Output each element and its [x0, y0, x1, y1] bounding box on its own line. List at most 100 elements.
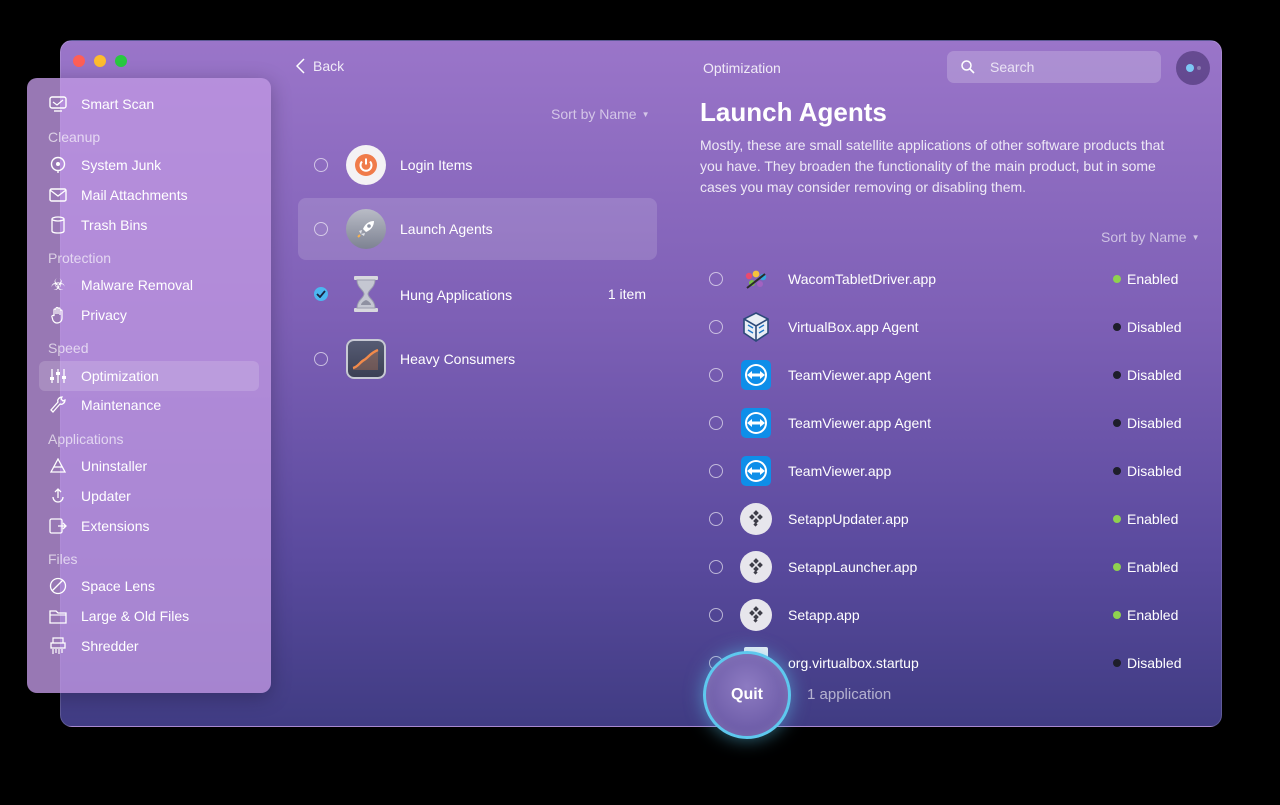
- sidebar-item-extensions[interactable]: Extensions: [39, 511, 259, 541]
- category-launch-agents[interactable]: Launch Agents: [298, 198, 657, 260]
- sidebar-item-system-junk[interactable]: System Junk: [39, 150, 259, 180]
- back-button[interactable]: Back: [296, 58, 344, 74]
- agent-name: TeamViewer.app Agent: [788, 367, 931, 383]
- sidebar-item-privacy[interactable]: Privacy: [39, 300, 259, 330]
- status-text: Disabled: [1127, 655, 1182, 671]
- sidebar-item-maintenance[interactable]: Maintenance: [39, 390, 259, 420]
- status-badge: Enabled: [1113, 607, 1178, 623]
- agent-row[interactable]: WacomTabletDriver.app Enabled: [700, 255, 1200, 303]
- teamviewer-icon: [741, 456, 771, 486]
- status-badge: Disabled: [1113, 655, 1181, 671]
- status-badge: Enabled: [1113, 559, 1178, 575]
- setapp-icon: [740, 551, 772, 583]
- agent-row[interactable]: TeamViewer.app Agent Disabled: [700, 399, 1200, 447]
- setapp-icon: [740, 599, 772, 631]
- sidebar: Smart Scan Cleanup System Junk Mail Atta…: [27, 78, 271, 693]
- power-icon: [346, 145, 386, 185]
- agent-name: WacomTabletDriver.app: [788, 271, 937, 287]
- sidebar-item-label: Space Lens: [81, 578, 155, 594]
- checkbox[interactable]: [709, 464, 723, 478]
- sidebar-item-shredder[interactable]: Shredder: [39, 631, 259, 661]
- checkbox[interactable]: [314, 352, 328, 366]
- disabled-dot-icon: [1113, 371, 1121, 379]
- sidebar-section-title: Cleanup: [48, 129, 101, 145]
- close-window-button[interactable]: [73, 55, 85, 67]
- sidebar-item-smart-scan[interactable]: Smart Scan: [39, 89, 259, 119]
- updater-icon: [48, 486, 68, 506]
- status-badge: Disabled: [1113, 463, 1181, 479]
- enabled-dot-icon: [1113, 563, 1121, 571]
- page-title: Optimization: [703, 60, 781, 76]
- agent-name: org.virtualbox.startup: [788, 655, 919, 671]
- status-badge: Disabled: [1113, 367, 1181, 383]
- zoom-window-button[interactable]: [115, 55, 127, 67]
- sidebar-item-trash-bins[interactable]: Trash Bins: [39, 210, 259, 240]
- category-label: Login Items: [400, 157, 473, 173]
- sidebar-item-optimization[interactable]: Optimization: [39, 361, 259, 391]
- enabled-dot-icon: [1113, 611, 1121, 619]
- category-label: Launch Agents: [400, 221, 493, 237]
- status-text: Enabled: [1127, 559, 1179, 575]
- status-badge: Enabled: [1113, 511, 1178, 527]
- checkbox[interactable]: [709, 272, 723, 286]
- agent-row[interactable]: TeamViewer.app Agent Disabled: [700, 351, 1200, 399]
- shredder-icon: [48, 636, 68, 656]
- sidebar-item-updater[interactable]: Updater: [39, 481, 259, 511]
- chevron-left-icon: [296, 58, 305, 74]
- checkbox-checked[interactable]: [314, 287, 328, 301]
- checkbox[interactable]: [709, 512, 723, 526]
- agent-row[interactable]: SetappLauncher.app Enabled: [700, 543, 1200, 591]
- checkbox[interactable]: [709, 320, 723, 334]
- checkbox[interactable]: [709, 608, 723, 622]
- sidebar-section-title: Speed: [48, 340, 89, 356]
- category-heavy-consumers[interactable]: Heavy Consumers: [298, 328, 657, 390]
- sidebar-item-mail-attachments[interactable]: Mail Attachments: [39, 180, 259, 210]
- search-icon: [961, 60, 975, 74]
- sort-by-name-dropdown[interactable]: Sort by Name ▼: [551, 106, 650, 122]
- category-count: 1 item: [607, 286, 646, 302]
- search-input[interactable]: Search: [990, 59, 1034, 75]
- agent-row[interactable]: Setapp.app Enabled: [700, 591, 1200, 639]
- selection-summary: 1 application: [807, 686, 892, 703]
- assistant-button[interactable]: [1176, 51, 1210, 85]
- sidebar-item-large-old-files[interactable]: Large & Old Files: [39, 601, 259, 631]
- status-badge: Enabled: [1113, 271, 1178, 287]
- hourglass-icon: [346, 274, 386, 314]
- sort-label: Sort by Name: [551, 106, 637, 122]
- agents-sort-dropdown[interactable]: Sort by Name ▼: [1101, 229, 1200, 245]
- agent-name: TeamViewer.app: [788, 463, 892, 479]
- category-login-items[interactable]: Login Items: [298, 134, 657, 196]
- checkbox[interactable]: [314, 158, 328, 172]
- sidebar-item-label: Trash Bins: [81, 217, 148, 233]
- space-lens-icon: [48, 576, 68, 596]
- sidebar-item-label: System Junk: [81, 157, 162, 173]
- sidebar-item-uninstaller[interactable]: Uninstaller: [39, 451, 259, 481]
- sidebar-section-title: Files: [48, 551, 78, 567]
- agent-name: Setapp.app: [788, 607, 860, 623]
- quit-button[interactable]: Quit: [703, 651, 791, 739]
- detail-title: Launch Agents: [700, 97, 887, 127]
- checkbox[interactable]: [709, 560, 723, 574]
- agent-row[interactable]: TeamViewer.app Disabled: [700, 447, 1200, 495]
- agent-row[interactable]: VirtualBox.app Agent Disabled: [700, 303, 1200, 351]
- biohazard-icon: ☣: [50, 277, 66, 294]
- status-text: Enabled: [1127, 511, 1179, 527]
- enabled-dot-icon: [1113, 515, 1121, 523]
- search-field[interactable]: Search: [947, 51, 1161, 83]
- hand-icon: [48, 305, 68, 325]
- trash-icon: [48, 215, 68, 235]
- status-text: Disabled: [1127, 319, 1182, 335]
- checkbox[interactable]: [314, 222, 328, 236]
- teamviewer-icon: [741, 360, 771, 390]
- sidebar-item-space-lens[interactable]: Space Lens: [39, 571, 259, 601]
- chart-icon: [346, 339, 386, 379]
- checkbox[interactable]: [709, 368, 723, 382]
- sidebar-item-label: Maintenance: [81, 397, 162, 413]
- category-hung-applications[interactable]: Hung Applications 1 item: [298, 263, 657, 325]
- disabled-dot-icon: [1113, 419, 1121, 427]
- minimize-window-button[interactable]: [94, 55, 106, 67]
- sidebar-item-malware-removal[interactable]: ☣ Malware Removal: [39, 270, 259, 300]
- checkbox[interactable]: [709, 416, 723, 430]
- sidebar-item-label: Large & Old Files: [81, 608, 190, 624]
- agent-row[interactable]: SetappUpdater.app Enabled: [700, 495, 1200, 543]
